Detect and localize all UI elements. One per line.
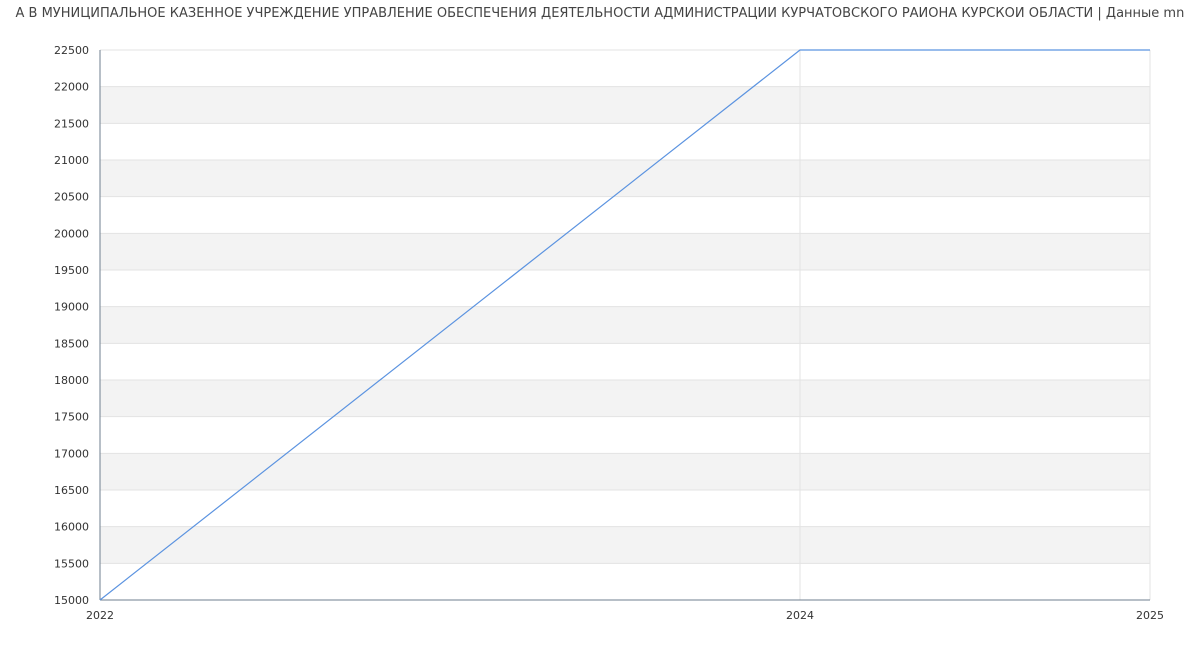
y-tick-label: 16000 bbox=[54, 521, 89, 534]
plot-band bbox=[100, 50, 1150, 87]
y-tick-label: 20000 bbox=[54, 227, 89, 240]
y-tick-label: 21500 bbox=[54, 117, 89, 130]
y-tick-label: 19500 bbox=[54, 264, 89, 277]
plot-bands bbox=[100, 50, 1150, 600]
plot-band bbox=[100, 86, 1150, 124]
y-tick-label: 20500 bbox=[54, 191, 89, 204]
plot-band bbox=[100, 160, 1150, 197]
y-tick-label: 15500 bbox=[54, 557, 89, 570]
x-tick-label: 2022 bbox=[86, 609, 114, 622]
plot-band bbox=[100, 563, 1150, 600]
y-tick-label: 19000 bbox=[54, 301, 89, 314]
plot-band bbox=[100, 196, 1150, 234]
plot-band bbox=[100, 123, 1150, 160]
plot-band bbox=[100, 343, 1150, 380]
y-tick-label: 21000 bbox=[54, 154, 89, 167]
plot-band bbox=[100, 233, 1150, 270]
plot-band bbox=[100, 453, 1150, 490]
y-tick-label: 22000 bbox=[54, 81, 89, 94]
y-tick-label: 18000 bbox=[54, 374, 89, 387]
y-tick-label: 17000 bbox=[54, 447, 89, 460]
y-tick-label: 18500 bbox=[54, 337, 89, 350]
y-tick-label: 15000 bbox=[54, 594, 89, 607]
y-tick-label: 17500 bbox=[54, 411, 89, 424]
plot-band bbox=[100, 490, 1150, 527]
plot-band bbox=[100, 380, 1150, 417]
y-tick-label: 16500 bbox=[54, 484, 89, 497]
plot-band bbox=[100, 306, 1150, 344]
line-chart: 15000 15500 16000 16500 17000 17500 18000 18500… bbox=[54, 44, 1164, 622]
y-tick-label: 22500 bbox=[54, 44, 89, 57]
plot-band bbox=[100, 416, 1150, 454]
plot-band bbox=[100, 270, 1150, 307]
plot-band bbox=[100, 526, 1150, 564]
x-tick-label: 2024 bbox=[786, 609, 814, 622]
x-tick-label: 2025 bbox=[1136, 609, 1164, 622]
